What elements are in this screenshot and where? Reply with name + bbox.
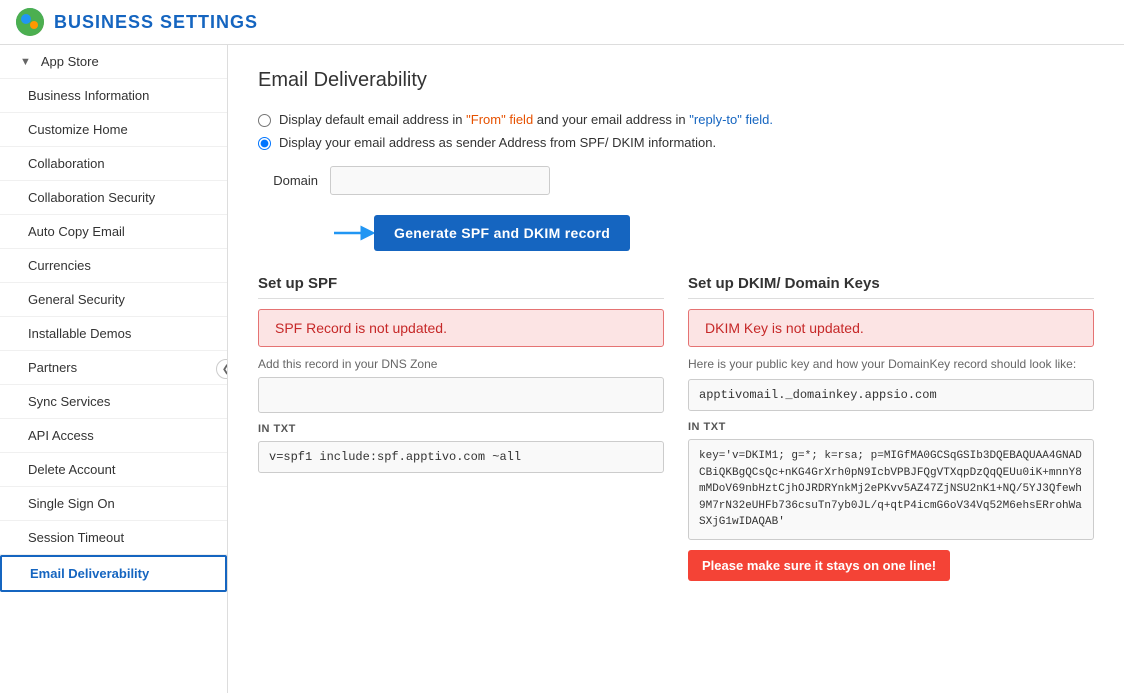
header: BUSINESS SETTINGS — [0, 0, 1124, 45]
spf-txt-value: v=spf1 include:spf.apptivo.com ~all — [258, 441, 664, 473]
dkim-warning-box: Please make sure it stays on one line! — [688, 550, 950, 581]
sidebar-item-single-sign-on[interactable]: Single Sign On — [0, 487, 227, 521]
sidebar-item-installable-demos[interactable]: Installable Demos — [0, 317, 227, 351]
radio-option1-row: Display default email address in "From" … — [258, 112, 1094, 127]
two-columns: Set up SPF SPF Record is not updated. Ad… — [258, 275, 1094, 581]
dkim-in-txt-label: IN TXT — [688, 421, 1094, 433]
dkim-title: Set up DKIM/ Domain Keys — [688, 275, 1094, 299]
radio-option1[interactable] — [258, 114, 271, 127]
dkim-error-box: DKIM Key is not updated. — [688, 309, 1094, 347]
generate-row: Generate SPF and DKIM record — [330, 215, 1094, 251]
spf-dns-value — [258, 377, 664, 413]
sidebar-item-label: Delete Account — [20, 462, 115, 477]
sidebar-item-label: Sync Services — [20, 394, 110, 409]
domain-row: Domain — [258, 166, 1094, 195]
sidebar-item-label: Collaboration Security — [20, 190, 155, 205]
sidebar-item-general-security[interactable]: General Security — [0, 283, 227, 317]
sidebar-item-label: Business Information — [20, 88, 149, 103]
logo — [16, 8, 44, 36]
domain-input[interactable] — [330, 166, 550, 195]
sidebar-item-business-information[interactable]: Business Information — [0, 79, 227, 113]
sidebar-item-label: General Security — [20, 292, 125, 307]
sidebar-item-label: Collaboration — [20, 156, 105, 171]
sidebar-item-currencies[interactable]: Currencies — [0, 249, 227, 283]
main-content: Email Deliverability Display default ema… — [228, 45, 1124, 693]
radio-option2-label: Display your email address as sender Add… — [279, 135, 716, 150]
app-title: BUSINESS SETTINGS — [54, 12, 258, 33]
dkim-domain-value: apptivomail._domainkey.appsio.com — [688, 379, 1094, 411]
radio-option2[interactable] — [258, 137, 271, 150]
reply-to-highlight: "reply-to" field. — [689, 112, 773, 127]
sidebar-item-collaboration-security[interactable]: Collaboration Security — [0, 181, 227, 215]
radio-option1-label: Display default email address in "From" … — [279, 112, 773, 127]
generate-btn[interactable]: Generate SPF and DKIM record — [374, 215, 630, 251]
spf-column: Set up SPF SPF Record is not updated. Ad… — [258, 275, 664, 581]
sidebar-item-delete-account[interactable]: Delete Account — [0, 453, 227, 487]
radio-group: Display default email address in "From" … — [258, 112, 1094, 150]
sidebar-item-sync-services[interactable]: Sync Services — [0, 385, 227, 419]
sidebar-item-label: API Access — [20, 428, 94, 443]
sidebar-item-session-timeout[interactable]: Session Timeout — [0, 521, 227, 555]
dkim-txt-value: key='v=DKIM1; g=*; k=rsa; p=MIGfMA0GCSqG… — [688, 439, 1094, 540]
sidebar-item-label: Installable Demos — [20, 326, 131, 341]
sidebar-item-label: Partners — [20, 360, 77, 375]
sidebar-item-api-access[interactable]: API Access — [0, 419, 227, 453]
sidebar-item-label: Session Timeout — [20, 530, 124, 545]
sidebar-item-auto-copy-email[interactable]: Auto Copy Email — [0, 215, 227, 249]
sidebar-item-label: App Store — [41, 54, 99, 69]
dkim-column: Set up DKIM/ Domain Keys DKIM Key is not… — [688, 275, 1094, 581]
sidebar-item-label: Currencies — [20, 258, 91, 273]
sidebar-item-label: Email Deliverability — [22, 566, 149, 581]
sidebar: ▼ App Store Business Information Customize … — [0, 45, 228, 693]
chevron-down-icon: ▼ — [20, 56, 31, 68]
sidebar-item-label: Auto Copy Email — [20, 224, 125, 239]
sidebar-item-app-store[interactable]: ▼ App Store — [0, 45, 227, 79]
spf-dns-label: Add this record in your DNS Zone — [258, 357, 664, 371]
sidebar-item-label: Single Sign On — [20, 496, 115, 511]
domain-label: Domain — [258, 173, 318, 188]
sidebar-item-label: Customize Home — [20, 122, 128, 137]
spf-error-box: SPF Record is not updated. — [258, 309, 664, 347]
spf-title: Set up SPF — [258, 275, 664, 299]
sidebar-item-customize-home[interactable]: Customize Home — [0, 113, 227, 147]
sidebar-item-email-deliverability[interactable]: Email Deliverability — [0, 555, 227, 592]
sidebar-item-collaboration[interactable]: Collaboration — [0, 147, 227, 181]
spf-in-txt-label: IN TXT — [258, 423, 664, 435]
radio-option2-row: Display your email address as sender Add… — [258, 135, 1094, 150]
from-field-highlight: "From" field — [466, 112, 533, 127]
dkim-info: Here is your public key and how your Dom… — [688, 357, 1094, 371]
page-title: Email Deliverability — [258, 69, 1094, 92]
arrow-icon — [330, 215, 374, 251]
sidebar-item-partners[interactable]: Partners — [0, 351, 227, 385]
